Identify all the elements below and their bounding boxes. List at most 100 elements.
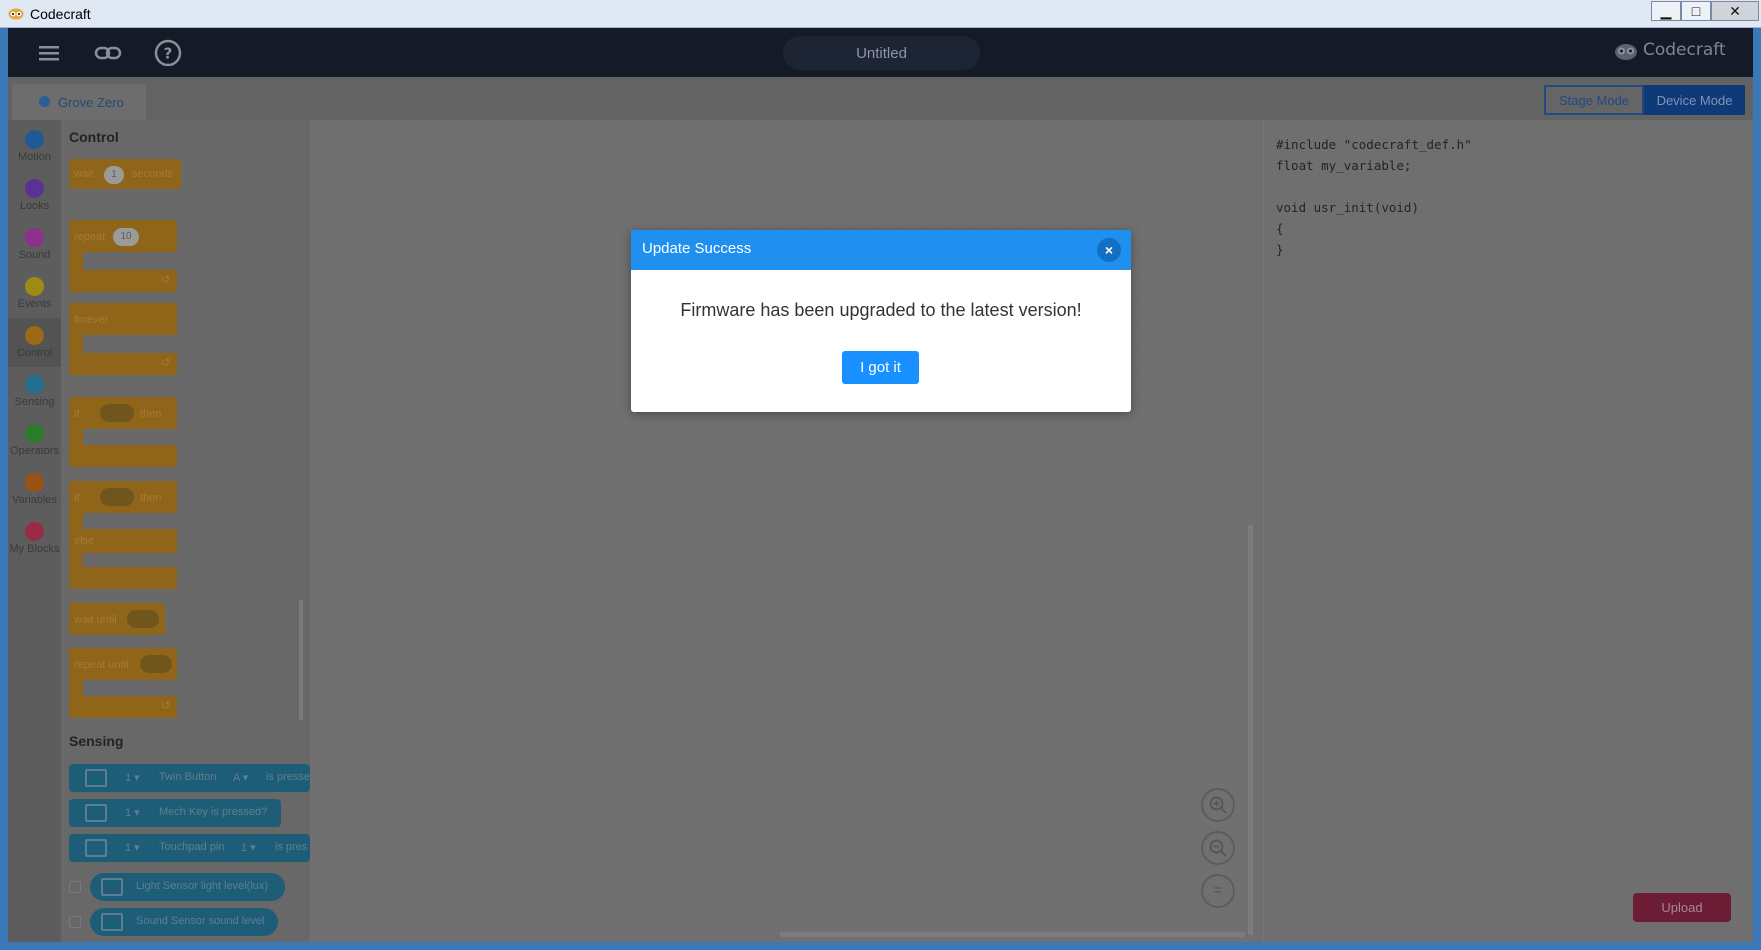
project-title[interactable]: Untitled xyxy=(783,36,980,70)
brand-logo-text: Codecraft xyxy=(1643,40,1726,60)
if-label: if xyxy=(74,408,80,420)
module-icon xyxy=(85,769,107,787)
category-dot xyxy=(25,277,44,296)
window-titlebar xyxy=(0,0,1761,28)
repeat-block-arm xyxy=(69,250,83,272)
if-else-arm xyxy=(69,511,83,531)
zoom-in-button[interactable] xyxy=(1201,788,1235,822)
window-border-bottom xyxy=(0,942,1761,950)
condition-slot[interactable] xyxy=(140,655,172,673)
category-my-blocks[interactable]: My Blocks xyxy=(8,514,61,563)
maximize-button[interactable]: □ xyxy=(1681,1,1711,21)
minimize-icon: ▁ xyxy=(1660,2,1672,19)
workspace-vertical-scrollbar[interactable] xyxy=(1248,525,1253,935)
forever-block-arm xyxy=(69,333,83,355)
dialog-close-button[interactable]: × xyxy=(1097,238,1121,262)
wait-seconds-label: seconds xyxy=(132,168,173,180)
touchpad-label: Touchpad pin xyxy=(159,841,225,853)
subheader-bar xyxy=(8,77,1753,120)
if-then-arm xyxy=(69,427,83,447)
repeat-until-label: repeat until xyxy=(74,659,129,671)
category-dot xyxy=(25,130,44,149)
pin-dropdown[interactable]: 1 ▾ xyxy=(241,841,256,854)
category-looks[interactable]: Looks xyxy=(8,171,61,220)
condition-slot[interactable] xyxy=(127,610,159,628)
repeat-until-arm xyxy=(69,678,83,698)
upload-button[interactable]: Upload xyxy=(1633,893,1731,922)
window-border-left xyxy=(0,28,8,950)
device-mode-button[interactable]: Device Mode xyxy=(1644,85,1745,115)
is-pressed-label: is pres xyxy=(275,841,308,853)
port-dropdown[interactable]: 1 ▾ xyxy=(125,806,140,819)
module-icon xyxy=(85,839,107,857)
if-then-footer xyxy=(69,445,177,467)
module-icon xyxy=(85,804,107,822)
category-dot xyxy=(25,473,44,492)
got-it-button[interactable]: I got it xyxy=(842,351,919,384)
control-section-title: Control xyxy=(69,129,119,145)
module-icon xyxy=(101,878,123,896)
repeat-count-input[interactable]: 10 xyxy=(113,228,139,246)
codecraft-owl-icon xyxy=(1615,44,1637,60)
svg-text:?: ? xyxy=(164,45,173,63)
stage-mode-button[interactable]: Stage Mode xyxy=(1544,85,1644,115)
device-tab[interactable]: Grove Zero xyxy=(12,84,146,120)
module-icon xyxy=(101,913,123,931)
category-sound[interactable]: Sound xyxy=(8,220,61,269)
codecraft-logo-icon xyxy=(8,8,24,20)
menu-icon[interactable] xyxy=(34,38,64,68)
close-window-button[interactable]: ✕ xyxy=(1711,1,1759,21)
condition-slot[interactable] xyxy=(100,488,134,506)
category-events[interactable]: Events xyxy=(8,269,61,318)
then-label: then xyxy=(140,408,162,420)
generated-code: #include "codecraft_def.h" float my_vari… xyxy=(1276,137,1472,257)
zoom-out-icon xyxy=(1209,839,1227,857)
palette-scrollbar[interactable] xyxy=(299,600,303,720)
category-dot xyxy=(25,424,44,443)
wait-value-input[interactable]: 1 xyxy=(104,166,124,184)
forever-label: forever xyxy=(74,314,109,326)
else-label: else xyxy=(74,535,95,547)
port-dropdown[interactable]: 1 ▾ xyxy=(125,841,140,854)
mech-key-label: Mech Key is pressed? xyxy=(159,806,268,818)
button-dropdown[interactable]: A ▾ xyxy=(233,771,248,784)
maximize-icon: □ xyxy=(1691,3,1701,19)
workspace-horizontal-scrollbar[interactable] xyxy=(780,932,1245,937)
sound-sensor-label: Sound Sensor sound level xyxy=(136,915,265,927)
dialog-message: Firmware has been upgraded to the latest… xyxy=(680,300,1082,320)
device-status-dot xyxy=(39,96,50,107)
loop-arrow-icon: ↺ xyxy=(161,700,171,712)
zoom-in-icon xyxy=(1209,796,1227,814)
minimize-button[interactable]: ▁ xyxy=(1651,1,1681,21)
category-dot xyxy=(25,522,44,541)
link-icon[interactable] xyxy=(93,38,123,68)
category-operators[interactable]: Operators xyxy=(8,416,61,465)
monitor-checkbox[interactable] xyxy=(69,916,81,928)
light-sensor-label: Light Sensor light level(lux) xyxy=(136,880,269,892)
window-border-right xyxy=(1753,28,1761,950)
if-label: if xyxy=(74,492,80,504)
category-variables[interactable]: Variables xyxy=(8,465,61,514)
twin-button-label: Twin Button xyxy=(159,771,217,783)
condition-slot[interactable] xyxy=(100,404,134,422)
close-icon: ✕ xyxy=(1729,2,1741,19)
monitor-checkbox[interactable] xyxy=(69,881,81,893)
if-else-footer xyxy=(69,567,177,589)
category-dot xyxy=(25,179,44,198)
category-dot xyxy=(25,228,44,247)
loop-arrow-icon: ↺ xyxy=(161,357,171,369)
zoom-reset-button[interactable]: = xyxy=(1201,874,1235,908)
is-pressed-label: is presse xyxy=(266,771,310,783)
wait-label: wait xyxy=(74,168,94,180)
category-motion[interactable]: Motion xyxy=(8,122,61,171)
category-dot xyxy=(25,326,44,345)
zoom-out-button[interactable] xyxy=(1201,831,1235,865)
sensing-section-title: Sensing xyxy=(69,733,124,749)
category-control[interactable]: Control xyxy=(8,318,61,367)
dialog-title: Update Success xyxy=(642,240,752,257)
repeat-label: repeat xyxy=(74,231,106,243)
help-icon[interactable]: ? xyxy=(153,38,183,68)
port-dropdown[interactable]: 1 ▾ xyxy=(125,771,140,784)
category-sensing[interactable]: Sensing xyxy=(8,367,61,416)
loop-arrow-icon: ↺ xyxy=(161,274,171,286)
